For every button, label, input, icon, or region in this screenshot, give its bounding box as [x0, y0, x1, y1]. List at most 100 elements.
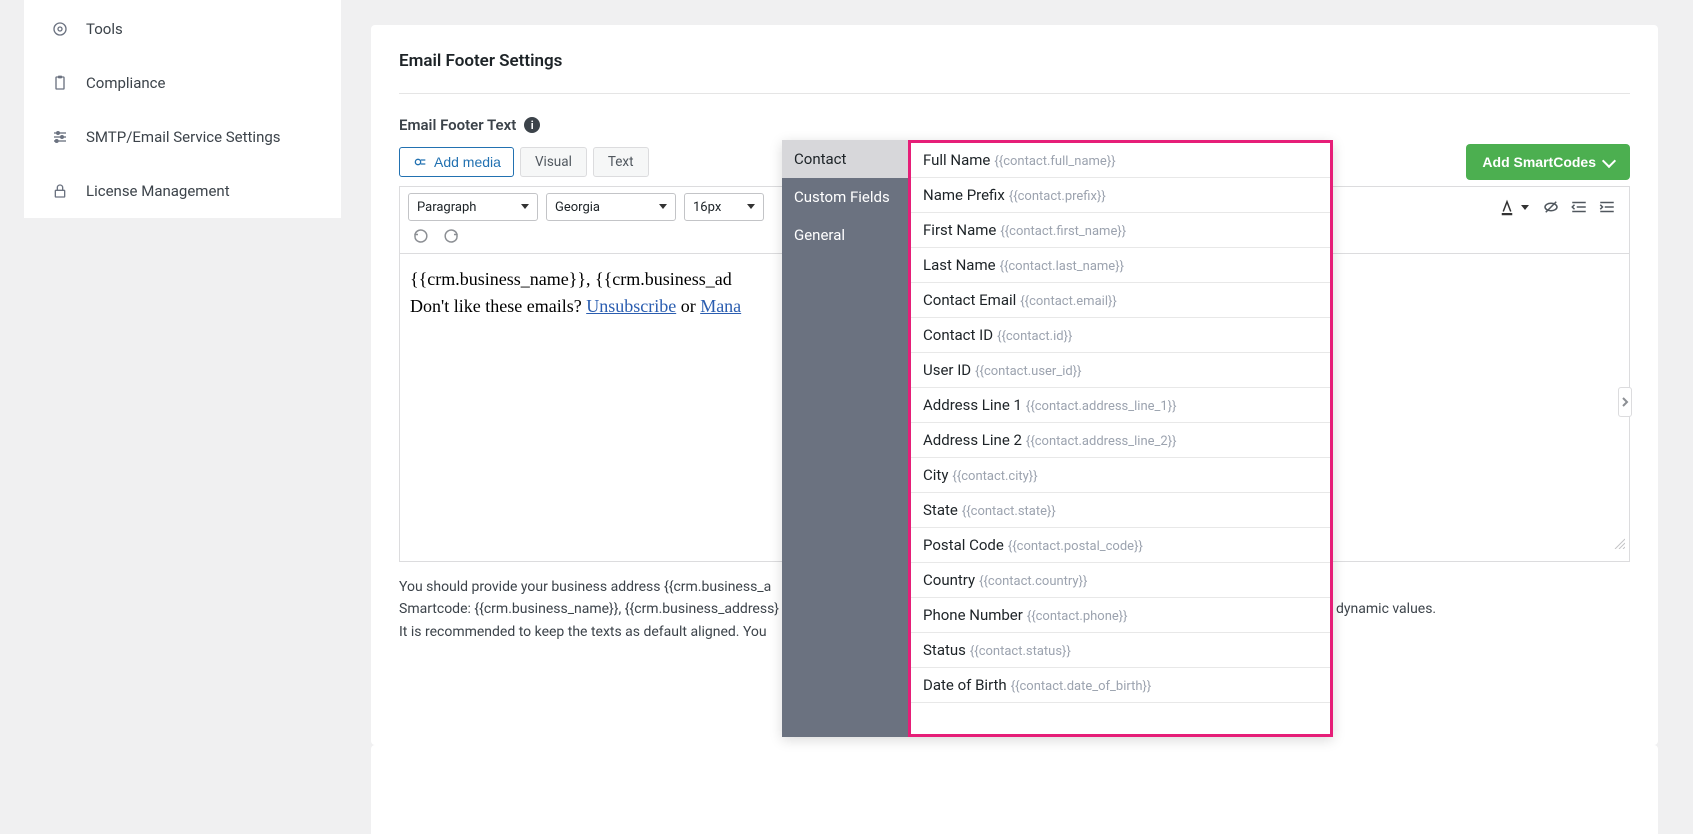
sidebar-item-label: Tools	[86, 20, 123, 38]
caret-icon[interactable]	[1521, 205, 1529, 210]
dropdown-item[interactable]: Address Line 2{{contact.address_line_2}}	[911, 423, 1330, 458]
next-panel-placeholder	[371, 745, 1658, 834]
panel-title: Email Footer Settings	[399, 51, 1630, 94]
dropdown-item-code: {{contact.state}}	[962, 504, 1056, 519]
gear-icon	[52, 21, 68, 37]
caret-icon	[747, 204, 755, 209]
dropdown-item-code: {{contact.postal_code}}	[1008, 539, 1143, 554]
dropdown-category-contact[interactable]: Contact	[782, 140, 908, 178]
font-select[interactable]: Georgia	[546, 193, 676, 221]
clipboard-icon	[52, 75, 68, 91]
chevron-down-icon	[1602, 153, 1616, 167]
dropdown-item-code: {{contact.full_name}}	[994, 154, 1115, 169]
dropdown-item[interactable]: Postal Code {{contact.postal_code}}	[911, 528, 1330, 563]
dropdown-item[interactable]: Contact Email {{contact.email}}	[911, 283, 1330, 318]
hint-text: Smartcode: {{crm.business_name}}, {{crm.…	[399, 601, 779, 617]
dropdown-category-custom-fields[interactable]: Custom Fields	[782, 178, 908, 216]
sliders-icon	[52, 129, 68, 145]
dropdown-category-general[interactable]: General	[782, 216, 908, 254]
unsubscribe-link[interactable]: Unsubscribe	[586, 296, 676, 316]
sidebar: Tools Compliance SMTP/Email Service Sett…	[24, 0, 341, 218]
dropdown-item[interactable]: Country {{contact.country}}	[911, 563, 1330, 598]
dropdown-item-label: Phone Number	[923, 606, 1023, 624]
dropdown-item[interactable]: Status {{contact.status}}	[911, 633, 1330, 668]
dropdown-item-label: Last Name	[923, 256, 996, 274]
info-icon[interactable]: i	[524, 117, 540, 133]
sidebar-item-smtp[interactable]: SMTP/Email Service Settings	[24, 110, 341, 164]
tab-visual[interactable]: Visual	[520, 147, 587, 177]
editor-mode-tabs: Visual Text	[520, 147, 649, 177]
dropdown-item[interactable]: First Name {{contact.first_name}}	[911, 213, 1330, 248]
dropdown-item-label: Status	[923, 641, 966, 659]
dropdown-item-code: {{contact.city}}	[952, 469, 1037, 484]
dropdown-item-code: {{contact.user_id}}	[975, 364, 1081, 379]
dropdown-item[interactable]: City {{contact.city}}	[911, 458, 1330, 493]
add-media-button[interactable]: Add media	[399, 147, 514, 177]
dropdown-item-label: Contact ID	[923, 326, 993, 344]
dropdown-item-label: City	[923, 466, 948, 484]
sidebar-item-label: Compliance	[86, 74, 165, 92]
caret-icon	[521, 204, 529, 209]
dropdown-item-code: {{contact.address_line_2}}	[1026, 434, 1177, 449]
dropdown-item-label: Country	[923, 571, 975, 589]
dropdown-item[interactable]: Date of Birth {{contact.date_of_birth}}	[911, 668, 1330, 703]
format-select[interactable]: Paragraph	[408, 193, 538, 221]
dropdown-item-label: State	[923, 501, 958, 519]
sidebar-item-license[interactable]: License Management	[24, 164, 341, 218]
hint-text: dynamic values.	[1336, 601, 1436, 617]
dropdown-item[interactable]: Last Name{{contact.last_name}}	[911, 248, 1330, 283]
font-size-value: 16px	[693, 200, 721, 215]
field-label-row: Email Footer Text i	[399, 116, 1630, 134]
dropdown-item-code: {{contact.first_name}}	[1000, 224, 1126, 239]
editor-text: Don't like these emails?	[410, 296, 586, 316]
dropdown-item-code: {{contact.email}}	[1020, 294, 1117, 309]
dropdown-item-code: {{contact.address_line_1}}	[1026, 399, 1177, 414]
dropdown-item-label: Contact Email	[923, 291, 1016, 309]
sidebar-item-compliance[interactable]: Compliance	[24, 56, 341, 110]
undo-button[interactable]	[412, 227, 430, 249]
dropdown-item-label: User ID	[923, 361, 971, 379]
dropdown-item-label: Date of Birth	[923, 676, 1007, 694]
toolbar-expand-right[interactable]	[1618, 387, 1632, 417]
add-smartcodes-button[interactable]: Add SmartCodes	[1466, 144, 1630, 180]
dropdown-item[interactable]: User ID {{contact.user_id}}	[911, 353, 1330, 388]
lock-icon	[52, 183, 68, 199]
dropdown-item-label: Address Line 1	[923, 396, 1022, 414]
dropdown-item-code: {{contact.prefix}}	[1009, 189, 1106, 204]
media-icon	[412, 154, 428, 170]
dropdown-item-code: {{contact.status}}	[970, 644, 1071, 659]
dropdown-item-code: {{contact.date_of_birth}}	[1011, 679, 1152, 694]
font-select-value: Georgia	[555, 200, 600, 215]
dropdown-categories: Contact Custom Fields General	[782, 140, 908, 737]
editor-text: or	[676, 296, 700, 316]
sidebar-item-label: SMTP/Email Service Settings	[86, 128, 281, 146]
dropdown-item[interactable]: Phone Number {{contact.phone}}	[911, 598, 1330, 633]
dropdown-item-label: Full Name	[923, 151, 990, 169]
dropdown-items-list: Full Name {{contact.full_name}} Name Prefi…	[908, 140, 1333, 737]
dropdown-item[interactable]: Contact ID {{contact.id}}	[911, 318, 1330, 353]
tab-text[interactable]: Text	[593, 147, 649, 177]
manage-link[interactable]: Mana	[700, 296, 741, 316]
smartcodes-dropdown: Contact Custom Fields General Full Name {…	[782, 140, 1333, 737]
dropdown-item[interactable]: Address Line 1 {{contact.address_line_1}}	[911, 388, 1330, 423]
dropdown-item[interactable]: Name Prefix {{contact.prefix}}	[911, 178, 1330, 213]
dropdown-item[interactable]: Full Name {{contact.full_name}}	[911, 143, 1330, 178]
redo-button[interactable]	[442, 227, 460, 249]
dropdown-item-code: {{contact.country}}	[979, 574, 1087, 589]
font-size-select[interactable]: 16px	[684, 193, 764, 221]
dropdown-item-label: First Name	[923, 221, 996, 239]
dropdown-item-code: {{contact.phone}}	[1027, 609, 1128, 624]
dropdown-item-code: {{contact.id}}	[997, 329, 1072, 344]
sidebar-item-tools[interactable]: Tools	[24, 2, 341, 56]
sidebar-item-label: License Management	[86, 182, 230, 200]
toolbar-indent[interactable]	[1593, 193, 1621, 221]
dropdown-item[interactable]: State {{contact.state}}	[911, 493, 1330, 528]
toolbar-text-color[interactable]	[1493, 193, 1521, 221]
toolbar-clear-format[interactable]	[1537, 193, 1565, 221]
dropdown-item-label: Postal Code	[923, 536, 1004, 554]
resize-handle-icon[interactable]	[1613, 530, 1625, 557]
format-select-value: Paragraph	[417, 200, 476, 215]
dropdown-item-label: Name Prefix	[923, 186, 1005, 204]
toolbar-outdent[interactable]	[1565, 193, 1593, 221]
add-media-label: Add media	[434, 154, 501, 170]
